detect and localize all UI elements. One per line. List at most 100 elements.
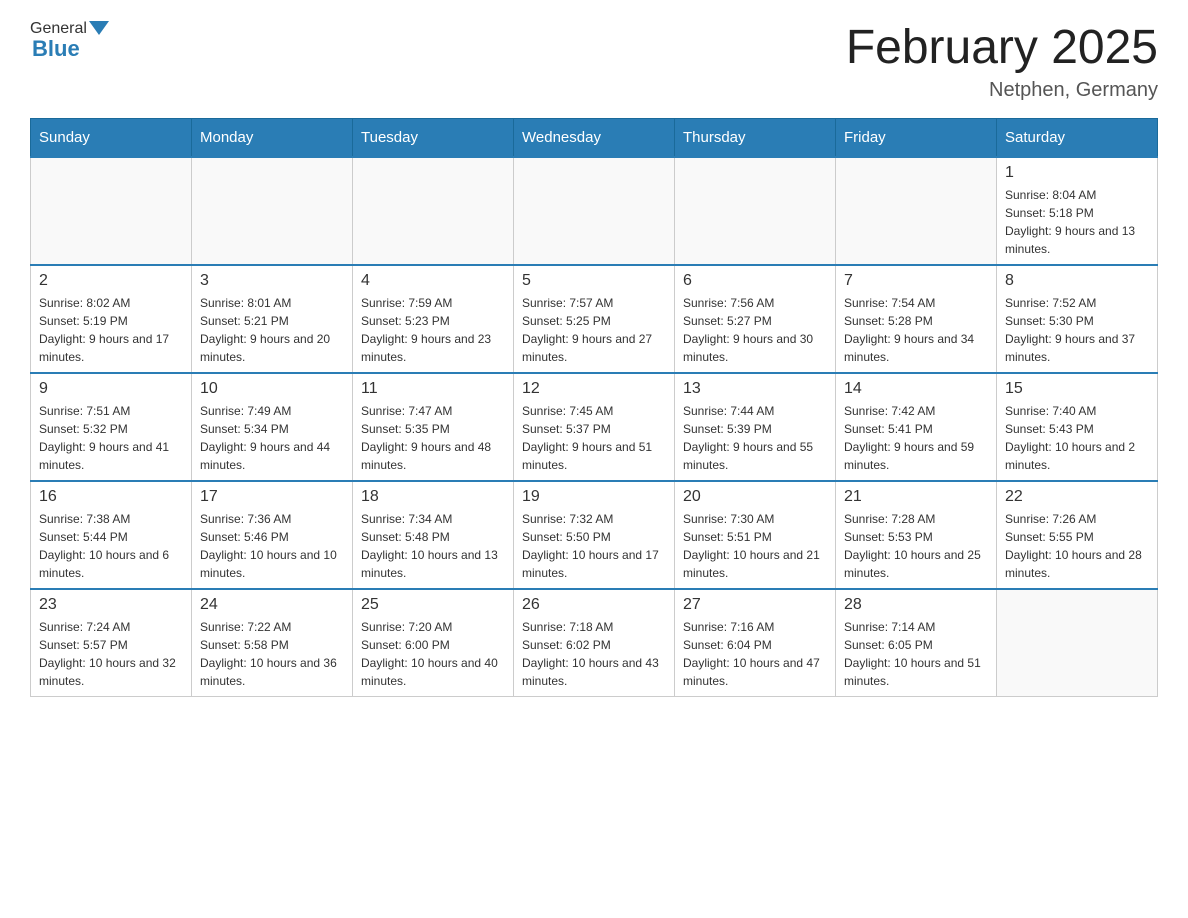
- weekday-header-thursday: Thursday: [675, 119, 836, 158]
- calendar-cell: 2 Sunrise: 8:02 AM Sunset: 5:19 PM Daylig…: [31, 265, 192, 373]
- day-info: Sunrise: 7:16 AM Sunset: 6:04 PM Dayligh…: [683, 618, 827, 690]
- day-number: 5: [522, 272, 666, 290]
- day-number: 24: [200, 596, 344, 614]
- calendar-cell: 17Sunrise: 7:36 AM Sunset: 5:46 PM Dayli…: [192, 481, 353, 589]
- calendar-cell: [514, 157, 675, 265]
- day-number: 10: [200, 380, 344, 398]
- day-number: 26: [522, 596, 666, 614]
- calendar-cell: 18Sunrise: 7:34 AM Sunset: 5:48 PM Dayli…: [353, 481, 514, 589]
- day-number: 13: [683, 380, 827, 398]
- calendar-week-row: 9 Sunrise: 7:51 AM Sunset: 5:32 PM Daylig…: [31, 373, 1158, 481]
- day-number: 19: [522, 488, 666, 506]
- calendar-cell: 24 Sunrise: 7:22 AM Sunset: 5:58 PM Dayli…: [192, 589, 353, 697]
- calendar-cell: [192, 157, 353, 265]
- day-number: 14: [844, 380, 988, 398]
- logo: General Blue: [30, 20, 109, 62]
- calendar-cell: 21Sunrise: 7:28 AM Sunset: 5:53 PM Dayli…: [836, 481, 997, 589]
- calendar-cell: [836, 157, 997, 265]
- day-info: Sunrise: 7:30 AM Sunset: 5:51 PM Dayligh…: [683, 510, 827, 582]
- day-number: 18: [361, 488, 505, 506]
- calendar-cell: 6Sunrise: 7:56 AM Sunset: 5:27 PM Daylig…: [675, 265, 836, 373]
- calendar-cell: 9 Sunrise: 7:51 AM Sunset: 5:32 PM Daylig…: [31, 373, 192, 481]
- day-info: Sunrise: 7:18 AM Sunset: 6:02 PM Dayligh…: [522, 618, 666, 690]
- day-number: 12: [522, 380, 666, 398]
- calendar-cell: 1 Sunrise: 8:04 AM Sunset: 5:18 PM Daylig…: [997, 157, 1158, 265]
- day-number: 20: [683, 488, 827, 506]
- title-section: February 2025 Netphen, Germany: [846, 20, 1158, 102]
- day-number: 7: [844, 272, 988, 290]
- day-number: 3: [200, 272, 344, 290]
- day-info: Sunrise: 7:26 AM Sunset: 5:55 PM Dayligh…: [1005, 510, 1149, 582]
- day-number: 11: [361, 380, 505, 398]
- day-number: 1: [1005, 164, 1149, 182]
- calendar-cell: 3Sunrise: 8:01 AM Sunset: 5:21 PM Daylig…: [192, 265, 353, 373]
- calendar-cell: 14 Sunrise: 7:42 AM Sunset: 5:41 PM Dayli…: [836, 373, 997, 481]
- calendar-week-row: 2 Sunrise: 8:02 AM Sunset: 5:19 PM Daylig…: [31, 265, 1158, 373]
- day-info: Sunrise: 7:42 AM Sunset: 5:41 PM Dayligh…: [844, 402, 988, 474]
- calendar-cell: 28 Sunrise: 7:14 AM Sunset: 6:05 PM Dayli…: [836, 589, 997, 697]
- day-info: Sunrise: 7:44 AM Sunset: 5:39 PM Dayligh…: [683, 402, 827, 474]
- calendar-cell: [997, 589, 1158, 697]
- day-info: Sunrise: 7:22 AM Sunset: 5:58 PM Dayligh…: [200, 618, 344, 690]
- weekday-header-wednesday: Wednesday: [514, 119, 675, 158]
- day-number: 27: [683, 596, 827, 614]
- day-number: 21: [844, 488, 988, 506]
- day-number: 16: [39, 488, 183, 506]
- day-info: Sunrise: 7:56 AM Sunset: 5:27 PM Dayligh…: [683, 294, 827, 366]
- weekday-header-tuesday: Tuesday: [353, 119, 514, 158]
- day-number: 4: [361, 272, 505, 290]
- calendar-cell: 20 Sunrise: 7:30 AM Sunset: 5:51 PM Dayli…: [675, 481, 836, 589]
- logo-triangle-icon: [89, 21, 109, 35]
- day-info: Sunrise: 7:51 AM Sunset: 5:32 PM Dayligh…: [39, 402, 183, 474]
- day-number: 8: [1005, 272, 1149, 290]
- day-number: 23: [39, 596, 183, 614]
- calendar-cell: 16 Sunrise: 7:38 AM Sunset: 5:44 PM Dayli…: [31, 481, 192, 589]
- calendar-week-row: 16 Sunrise: 7:38 AM Sunset: 5:44 PM Dayli…: [31, 481, 1158, 589]
- calendar-week-row: 1 Sunrise: 8:04 AM Sunset: 5:18 PM Daylig…: [31, 157, 1158, 265]
- day-info: Sunrise: 7:45 AM Sunset: 5:37 PM Dayligh…: [522, 402, 666, 474]
- calendar-header-row: SundayMondayTuesdayWednesdayThursdayFrid…: [31, 119, 1158, 158]
- day-info: Sunrise: 7:24 AM Sunset: 5:57 PM Dayligh…: [39, 618, 183, 690]
- day-number: 22: [1005, 488, 1149, 506]
- calendar-cell: 11 Sunrise: 7:47 AM Sunset: 5:35 PM Dayli…: [353, 373, 514, 481]
- day-info: Sunrise: 7:20 AM Sunset: 6:00 PM Dayligh…: [361, 618, 505, 690]
- calendar-cell: 12 Sunrise: 7:45 AM Sunset: 5:37 PM Dayli…: [514, 373, 675, 481]
- day-number: 28: [844, 596, 988, 614]
- month-title: February 2025: [846, 20, 1158, 75]
- calendar-cell: 22 Sunrise: 7:26 AM Sunset: 5:55 PM Dayli…: [997, 481, 1158, 589]
- day-info: Sunrise: 7:47 AM Sunset: 5:35 PM Dayligh…: [361, 402, 505, 474]
- day-info: Sunrise: 7:54 AM Sunset: 5:28 PM Dayligh…: [844, 294, 988, 366]
- calendar-cell: 26 Sunrise: 7:18 AM Sunset: 6:02 PM Dayli…: [514, 589, 675, 697]
- day-number: 25: [361, 596, 505, 614]
- day-info: Sunrise: 7:59 AM Sunset: 5:23 PM Dayligh…: [361, 294, 505, 366]
- day-info: Sunrise: 8:02 AM Sunset: 5:19 PM Dayligh…: [39, 294, 183, 366]
- weekday-header-friday: Friday: [836, 119, 997, 158]
- day-info: Sunrise: 7:38 AM Sunset: 5:44 PM Dayligh…: [39, 510, 183, 582]
- location: Netphen, Germany: [846, 79, 1158, 102]
- calendar-cell: [353, 157, 514, 265]
- logo-blue-text: Blue: [32, 36, 109, 62]
- day-info: Sunrise: 7:32 AM Sunset: 5:50 PM Dayligh…: [522, 510, 666, 582]
- weekday-header-sunday: Sunday: [31, 119, 192, 158]
- day-info: Sunrise: 8:04 AM Sunset: 5:18 PM Dayligh…: [1005, 186, 1149, 258]
- calendar-cell: 7 Sunrise: 7:54 AM Sunset: 5:28 PM Daylig…: [836, 265, 997, 373]
- calendar-cell: 13 Sunrise: 7:44 AM Sunset: 5:39 PM Dayli…: [675, 373, 836, 481]
- calendar-cell: 10 Sunrise: 7:49 AM Sunset: 5:34 PM Dayli…: [192, 373, 353, 481]
- day-number: 2: [39, 272, 183, 290]
- calendar-week-row: 23 Sunrise: 7:24 AM Sunset: 5:57 PM Dayli…: [31, 589, 1158, 697]
- page-header: General Blue February 2025 Netphen, Germ…: [30, 20, 1158, 102]
- calendar-cell: 23 Sunrise: 7:24 AM Sunset: 5:57 PM Dayli…: [31, 589, 192, 697]
- day-number: 9: [39, 380, 183, 398]
- day-info: Sunrise: 7:52 AM Sunset: 5:30 PM Dayligh…: [1005, 294, 1149, 366]
- calendar-cell: 25 Sunrise: 7:20 AM Sunset: 6:00 PM Dayli…: [353, 589, 514, 697]
- calendar-cell: 4 Sunrise: 7:59 AM Sunset: 5:23 PM Daylig…: [353, 265, 514, 373]
- day-info: Sunrise: 7:40 AM Sunset: 5:43 PM Dayligh…: [1005, 402, 1149, 474]
- calendar-cell: 5 Sunrise: 7:57 AM Sunset: 5:25 PM Daylig…: [514, 265, 675, 373]
- weekday-header-monday: Monday: [192, 119, 353, 158]
- day-info: Sunrise: 7:14 AM Sunset: 6:05 PM Dayligh…: [844, 618, 988, 690]
- day-info: Sunrise: 7:49 AM Sunset: 5:34 PM Dayligh…: [200, 402, 344, 474]
- calendar-cell: 15Sunrise: 7:40 AM Sunset: 5:43 PM Dayli…: [997, 373, 1158, 481]
- calendar-cell: [675, 157, 836, 265]
- day-info: Sunrise: 7:57 AM Sunset: 5:25 PM Dayligh…: [522, 294, 666, 366]
- day-info: Sunrise: 7:36 AM Sunset: 5:46 PM Dayligh…: [200, 510, 344, 582]
